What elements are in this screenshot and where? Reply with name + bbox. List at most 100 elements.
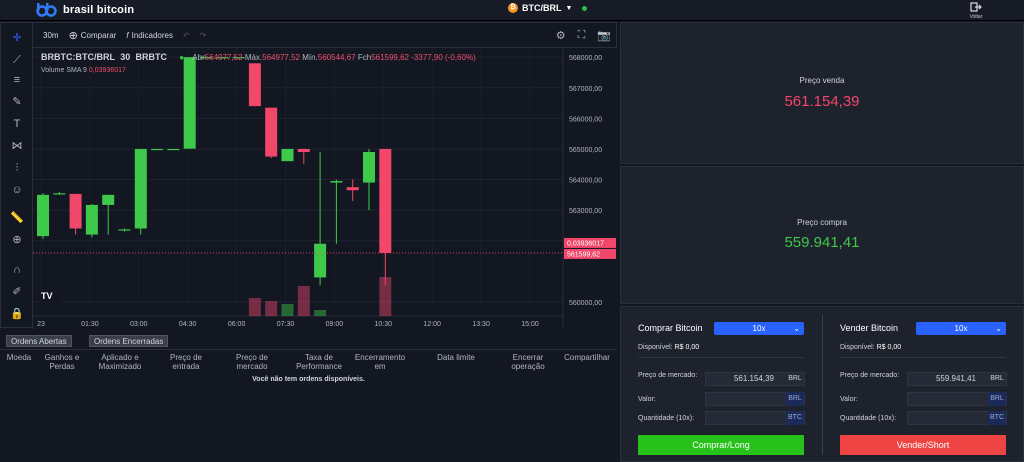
chart-background (33, 48, 617, 328)
pair-selector[interactable]: ₿ BTC/BRL ▼ (508, 3, 588, 13)
sell-value-label: Valor: (840, 396, 858, 403)
candle-body (265, 107, 278, 157)
sell-leverage-select[interactable]: 10x ⌄ (916, 322, 1006, 335)
back-button[interactable]: Voltar (966, 2, 986, 20)
candle-body (134, 148, 147, 229)
buy-available-label: Disponível: (638, 344, 673, 351)
col-taxa: Taxa de Performance (296, 353, 342, 371)
brand-name: brasil bitcoin (63, 4, 135, 16)
sell-value-unit: BRL (988, 392, 1006, 406)
function-icon: f (126, 30, 129, 40)
redo-icon[interactable]: ↷ (200, 31, 207, 40)
time-tick: 06:00 (228, 321, 246, 328)
buy-market-unit: BRL (788, 375, 802, 382)
brush-icon[interactable]: ✎ (10, 95, 24, 109)
crosshair-icon[interactable]: ✛ (10, 31, 24, 45)
ruler-icon[interactable]: 📏 (10, 211, 24, 225)
legend-high: 564977,52 (262, 53, 300, 62)
lock-icon[interactable]: 🔒 (10, 307, 24, 321)
sell-price-panel: Preço venda 561.154,39 (620, 22, 1024, 164)
buy-leverage-select[interactable]: 10x ⌄ (714, 322, 804, 335)
time-tick: 12:00 (423, 321, 441, 328)
legend-interval: 30 (120, 52, 131, 62)
candle-body (151, 148, 164, 151)
buy-title: Comprar Bitcoin (638, 323, 703, 333)
indicators-label: Indicadores (131, 30, 173, 40)
sell-qty-label: Quantidade (10x): (840, 415, 897, 422)
interval-button[interactable]: 30m (43, 31, 59, 40)
price-tag: 561599,62 (567, 251, 600, 258)
indicators-button[interactable]: f Indicadores (126, 31, 173, 40)
settings-gear-icon[interactable]: ⚙ (556, 29, 566, 42)
pattern-icon[interactable]: ⋈ (10, 139, 24, 153)
compare-button[interactable]: ⊕ Comparar (69, 29, 117, 42)
undo-icon[interactable]: ↶ (183, 31, 190, 40)
magnet-icon[interactable]: ∩ (10, 263, 24, 277)
buy-qty-unit: BTC (786, 411, 804, 425)
orders-panel: Ordens Abertas Ordens Encerradas Moeda G… (0, 330, 617, 462)
volume-label: Volume (41, 67, 65, 74)
price-tick: 566000,00 (569, 116, 602, 123)
camera-icon[interactable]: 📷 (597, 29, 611, 42)
caret-down-icon: ▼ (565, 4, 573, 12)
zoom-icon[interactable]: ⊕ (10, 233, 24, 247)
legend-exchange: BRBTC (135, 52, 167, 62)
time-tick: 23 (37, 321, 45, 328)
sell-short-button[interactable]: Vender/Short (840, 435, 1006, 455)
orders-divider (0, 349, 617, 350)
candle-body (297, 148, 310, 152)
candle-body (37, 194, 49, 237)
fullscreen-icon[interactable]: ⛶ (578, 29, 586, 42)
lock-draw-icon[interactable]: ✐ (10, 285, 24, 299)
col-preco-mercado: Preço de mercado (235, 353, 269, 371)
legend-close: 561599,62 (371, 53, 410, 62)
tab-closed-orders[interactable]: Ordens Encerradas (89, 335, 169, 347)
candle-body (53, 193, 66, 195)
top-bar: brasil bitcoin ₿ BTC/BRL ▼ Voltar (0, 0, 1024, 21)
candle-body (379, 148, 392, 253)
legend-close-label: Fch (357, 53, 372, 62)
col-data-limite: Data limite (437, 353, 475, 362)
fib-icon[interactable]: ≡ (10, 73, 24, 87)
volume-bar (281, 304, 294, 316)
price-tick: 560000,00 (569, 300, 602, 307)
candle-body (69, 193, 82, 229)
volume-bar (379, 277, 392, 316)
prediction-icon[interactable]: ⫶ (10, 161, 24, 175)
brand-logo-icon (36, 3, 57, 17)
time-tick: 04:30 (179, 321, 197, 328)
price-tick: 565000,00 (569, 147, 602, 154)
buy-long-button[interactable]: Comprar/Long (638, 435, 804, 455)
sell-available-label: Disponível: (840, 344, 875, 351)
chevron-down-icon: ⌄ (995, 324, 1002, 333)
volume-bar (248, 298, 261, 316)
buy-price-title: Preço compra (797, 218, 847, 227)
brand-logo[interactable]: brasil bitcoin (36, 3, 134, 17)
buy-market-label: Preço de mercado: (638, 372, 698, 379)
chart-legend: BRBTC:BTC/BRL 30 BRBTC ● Abr564977,52 Má… (41, 52, 476, 62)
candlestick-chart[interactable]: 568000,00 567000,00 566000,00 565000,00 5640… (33, 48, 617, 328)
tab-open-orders[interactable]: Ordens Abertas (6, 335, 72, 347)
legend-open-label: Abr (192, 53, 205, 62)
time-tick: 03:00 (130, 321, 148, 328)
volume-legend: Volume SMA 9 0,03936017 (41, 67, 126, 74)
candle-body (281, 148, 294, 162)
tradingview-logo[interactable]: TV (41, 291, 61, 307)
legend-high-label: Máx. (244, 53, 263, 62)
trendline-icon[interactable]: ⟋ (10, 53, 24, 67)
text-icon[interactable]: T (10, 117, 24, 131)
candle-body (363, 152, 375, 183)
price-tick: 564000,00 (569, 178, 602, 185)
candle-body (248, 63, 261, 107)
col-preco-entrada: Preço de entrada (169, 353, 203, 371)
trade-separator (822, 315, 823, 455)
col-encerramento: Encerramento em (354, 353, 406, 371)
sell-price-value: 561.154,39 (784, 93, 860, 110)
price-tick: 568000,00 (569, 55, 602, 62)
emoji-icon[interactable]: ☺ (10, 183, 24, 197)
logout-icon (970, 2, 982, 12)
status-dot (582, 5, 588, 11)
volume-bar (314, 310, 327, 316)
legend-open: 564977,52 (204, 53, 243, 62)
sell-price-title: Preço venda (799, 76, 845, 85)
